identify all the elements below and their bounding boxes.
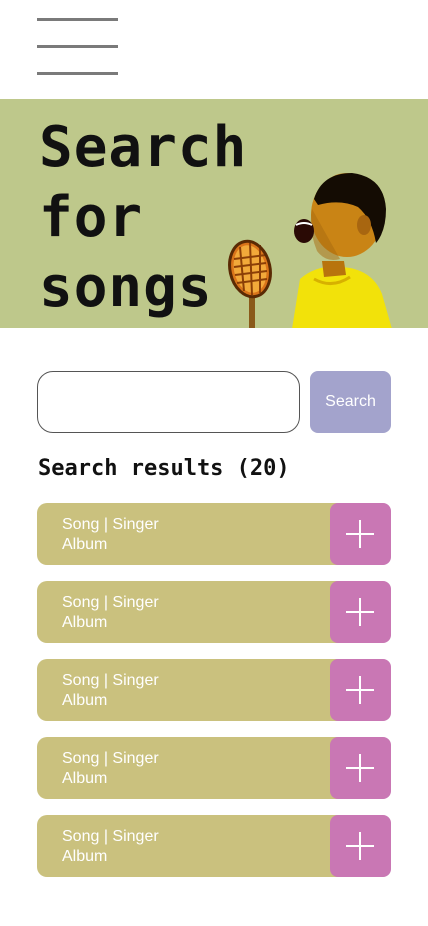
album-label: Album bbox=[62, 614, 108, 631]
singer-with-microphone-image bbox=[228, 173, 392, 328]
result-text: Song | Singer Album bbox=[62, 827, 159, 867]
add-song-button[interactable] bbox=[330, 581, 391, 643]
result-text: Song | Singer Album bbox=[62, 671, 159, 711]
search-results-heading: Search results (20) bbox=[38, 456, 290, 481]
plus-icon-stem bbox=[359, 520, 361, 548]
album-label: Album bbox=[62, 692, 108, 709]
hamburger-menu-icon[interactable] bbox=[37, 18, 119, 76]
plus-icon-stem bbox=[359, 676, 361, 704]
add-song-button[interactable] bbox=[330, 815, 391, 877]
hero-title-line-2: for bbox=[39, 185, 144, 250]
list-item[interactable]: Song | Singer Album bbox=[37, 815, 391, 877]
add-song-button[interactable] bbox=[330, 737, 391, 799]
search-button[interactable]: Search bbox=[310, 371, 391, 433]
menu-bar-middle bbox=[37, 45, 118, 48]
song-singer-label: Song | Singer bbox=[62, 594, 159, 611]
list-item[interactable]: Song | Singer Album bbox=[37, 503, 391, 565]
hero-title-line-3: songs bbox=[39, 255, 213, 320]
search-results-title-suffix: ) bbox=[276, 456, 290, 481]
plus-icon-stem bbox=[359, 598, 361, 626]
album-label: Album bbox=[62, 770, 108, 787]
song-singer-label: Song | Singer bbox=[62, 750, 159, 767]
plus-icon-stem bbox=[359, 754, 361, 782]
song-singer-label: Song | Singer bbox=[62, 672, 159, 689]
album-label: Album bbox=[62, 536, 108, 553]
hero-banner: Search for songs bbox=[0, 99, 428, 328]
plus-icon-stem bbox=[359, 832, 361, 860]
menu-bar-bottom bbox=[37, 72, 118, 75]
album-label: Album bbox=[62, 848, 108, 865]
add-song-button[interactable] bbox=[330, 659, 391, 721]
song-singer-label: Song | Singer bbox=[62, 828, 159, 845]
add-song-button[interactable] bbox=[330, 503, 391, 565]
search-input[interactable] bbox=[37, 371, 300, 433]
result-text: Song | Singer Album bbox=[62, 515, 159, 555]
search-results-count: 20 bbox=[249, 456, 277, 481]
search-results-title: Search results ( bbox=[38, 456, 250, 481]
search-results-list: Song | Singer Album Song | Singer Album … bbox=[37, 503, 391, 893]
list-item[interactable]: Song | Singer Album bbox=[37, 581, 391, 643]
result-text: Song | Singer Album bbox=[62, 593, 159, 633]
list-item[interactable]: Song | Singer Album bbox=[37, 659, 391, 721]
menu-bar-top bbox=[37, 18, 118, 21]
list-item[interactable]: Song | Singer Album bbox=[37, 737, 391, 799]
hero-title-line-1: Search bbox=[39, 115, 248, 180]
result-text: Song | Singer Album bbox=[62, 749, 159, 789]
song-singer-label: Song | Singer bbox=[62, 516, 159, 533]
